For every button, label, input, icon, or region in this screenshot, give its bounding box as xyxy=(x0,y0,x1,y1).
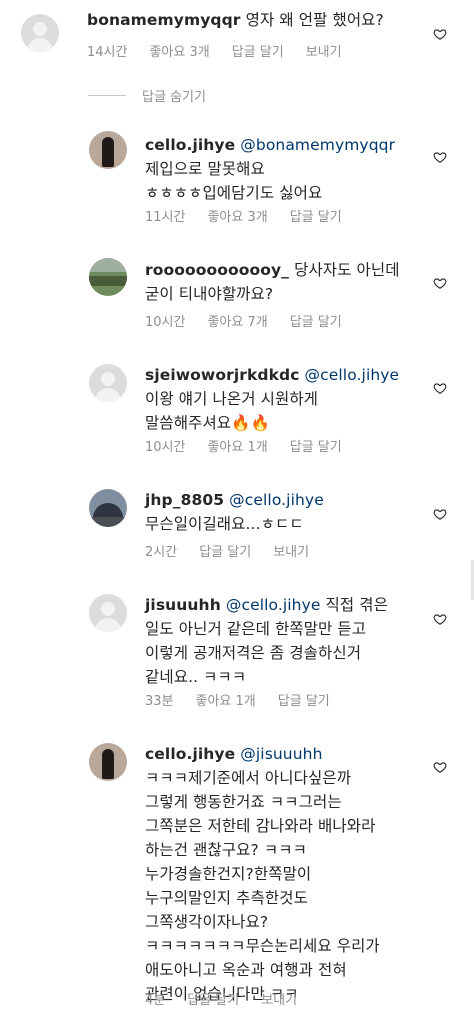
mention-link[interactable]: @jisuuuhh xyxy=(240,745,322,763)
comment-text-line: 누가경솔한건지?한쪽말이 xyxy=(145,865,312,883)
mention-link[interactable]: @cello.jihye xyxy=(229,491,324,509)
comment-text-line: 이왕 얘기 나온거 시원하게 xyxy=(145,390,319,408)
comment-text-line: 그쪽생각이자나요? xyxy=(145,913,269,931)
hide-replies-button[interactable]: 답글 숨기기 xyxy=(142,86,206,105)
comment-username[interactable]: roooooooooooy_ xyxy=(145,261,289,279)
reply-button[interactable]: 답글 달기 xyxy=(187,993,239,1008)
comment-text-line: 누구의말인지 추측한것도 xyxy=(145,889,308,907)
reply-button[interactable]: 답글 달기 xyxy=(290,210,342,225)
comment-text-line: 말씀해주셔요🔥🔥 xyxy=(145,414,270,432)
heart-icon[interactable] xyxy=(433,760,447,774)
likes-count[interactable]: 좋아요 3개 xyxy=(149,45,209,60)
comment-text-line: ㅋㅋㅋㅋㅋㅋㅋ무슨논리세요 우리가 xyxy=(145,937,380,955)
reply-button[interactable]: 답글 달기 xyxy=(278,694,330,709)
comment-text-line: 하는건 괜찮구요? ㅋㅋㅋ xyxy=(145,841,307,859)
avatar[interactable] xyxy=(89,594,127,632)
comment-text-line: 같네요.. ㅋㅋㅋ xyxy=(145,668,247,686)
heart-icon[interactable] xyxy=(433,507,447,521)
heart-icon[interactable] xyxy=(433,27,447,41)
comment-time: 4분 xyxy=(145,993,166,1008)
comment-text-line: 이렇게 공개저격은 좀 경솔하신거 xyxy=(145,644,362,662)
comment-text-line: 애도아니고 옥순과 여행과 전혀 xyxy=(145,961,347,979)
send-button[interactable]: 보내기 xyxy=(261,993,297,1008)
reply-button[interactable]: 답글 달기 xyxy=(290,315,342,330)
comment-time: 14시간 xyxy=(87,45,128,60)
divider xyxy=(88,95,126,96)
likes-count[interactable]: 좋아요 1개 xyxy=(207,440,267,455)
comment-text-line: 무슨일이길래요...ㅎㄷㄷ xyxy=(145,515,304,533)
comment-time: 2시간 xyxy=(145,545,178,560)
send-button[interactable]: 보내기 xyxy=(273,545,309,560)
avatar[interactable] xyxy=(89,364,127,402)
heart-icon[interactable] xyxy=(433,150,447,164)
avatar[interactable] xyxy=(89,743,127,781)
comment-time: 10시간 xyxy=(145,440,186,455)
comment-username[interactable]: bonamemymyqqr xyxy=(87,11,241,29)
comment-text-line: 영자 왜 언팔 했어요? xyxy=(245,11,384,29)
reply-button[interactable]: 답글 달기 xyxy=(232,45,284,60)
comment-text-line: 직접 겪은 xyxy=(325,596,389,614)
comment-username[interactable]: cello.jihye xyxy=(145,745,235,763)
heart-icon[interactable] xyxy=(433,612,447,626)
comment-text-line: 그렇게 행동한거죠 ㅋㅋ그러는 xyxy=(145,793,342,811)
comment-text-line: 제입으로 말못해요 xyxy=(145,160,265,178)
reply-button[interactable]: 답글 달기 xyxy=(290,440,342,455)
comment-text-line: ㅎㅎㅎㅎ입에담기도 싫어요 xyxy=(145,184,323,202)
comment-username[interactable]: jhp_8805 xyxy=(145,491,224,509)
comment-time: 33분 xyxy=(145,694,174,709)
mention-link[interactable]: @bonamemymyqqr xyxy=(240,136,395,154)
heart-icon[interactable] xyxy=(433,276,447,290)
comment-text-line: 일도 아닌거 같은데 한쪽말만 듣고 xyxy=(145,620,367,638)
comment-username[interactable]: jisuuuhh xyxy=(145,596,221,614)
likes-count[interactable]: 좋아요 1개 xyxy=(196,694,256,709)
mention-link[interactable]: @cello.jihye xyxy=(305,366,400,384)
comment-text-line: 그쪽분은 저한테 감나와라 배나와라 xyxy=(145,817,376,835)
send-button[interactable]: 보내기 xyxy=(306,45,342,60)
comment-text-line: 당사자도 아닌데 xyxy=(294,261,400,279)
comment-time: 11시간 xyxy=(145,210,186,225)
likes-count[interactable]: 좋아요 7개 xyxy=(207,315,267,330)
comment-time: 10시간 xyxy=(145,315,186,330)
mention-link[interactable]: @cello.jihye xyxy=(226,596,321,614)
comment-username[interactable]: sjeiwoworjrkdkdc xyxy=(145,366,300,384)
avatar[interactable] xyxy=(89,258,127,296)
comment-text-line: ㅋㅋㅋ제기준에서 아니다싶은까 xyxy=(145,769,352,787)
heart-icon[interactable] xyxy=(433,381,447,395)
reply-button[interactable]: 답글 달기 xyxy=(199,545,251,560)
avatar[interactable] xyxy=(21,14,59,52)
avatar[interactable] xyxy=(89,131,127,169)
avatar[interactable] xyxy=(89,489,127,527)
likes-count[interactable]: 좋아요 3개 xyxy=(207,210,267,225)
comment-text-line: 굳이 티내야할까요? xyxy=(145,285,274,303)
comment-username[interactable]: cello.jihye xyxy=(145,136,235,154)
